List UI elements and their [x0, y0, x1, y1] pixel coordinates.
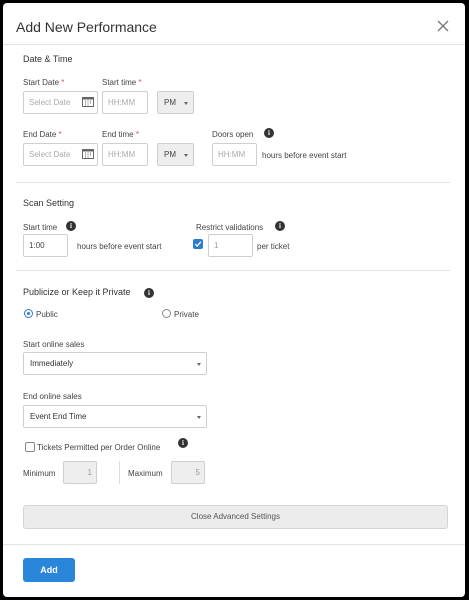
- section-divider: [16, 182, 450, 183]
- start-online-sales-select[interactable]: Immediately: [23, 352, 207, 375]
- add-performance-modal: Add New Performance Date & Time Start Da…: [3, 3, 465, 597]
- end-time-label: End time *: [102, 130, 139, 139]
- scan-start-time-suffix: hours before event start: [77, 242, 162, 251]
- start-ampm-select[interactable]: PM: [157, 91, 194, 114]
- chevron-down-icon: [197, 416, 201, 419]
- chevron-down-icon: [197, 363, 201, 366]
- doors-open-suffix: hours before event start: [262, 151, 347, 160]
- start-time-label: Start time *: [102, 78, 142, 87]
- end-online-sales-label: End online sales: [23, 392, 82, 401]
- maximum-input[interactable]: 5: [171, 461, 205, 484]
- calendar-icon[interactable]: [82, 96, 94, 107]
- tickets-permitted-label: Tickets Permitted per Order Online: [37, 443, 161, 452]
- doors-open-label: Doors open: [212, 130, 254, 139]
- date-time-section-title: Date & Time: [23, 54, 73, 64]
- end-time-input[interactable]: HH:MM: [102, 143, 148, 166]
- modal-footer: Add: [3, 544, 465, 597]
- check-icon: [194, 241, 202, 247]
- chevron-down-icon: [184, 154, 188, 157]
- restrict-validations-checkbox[interactable]: [193, 239, 203, 249]
- add-button[interactable]: Add: [23, 558, 75, 582]
- maximum-label: Maximum: [128, 469, 163, 478]
- modal-header: Add New Performance: [3, 3, 465, 45]
- public-radio[interactable]: [24, 309, 33, 318]
- end-ampm-select[interactable]: PM: [157, 143, 194, 166]
- scan-setting-section-title: Scan Setting: [23, 198, 75, 208]
- section-divider: [16, 270, 450, 271]
- info-icon[interactable]: i: [66, 221, 76, 231]
- end-online-sales-select[interactable]: Event End Time: [23, 405, 207, 428]
- close-icon[interactable]: [437, 20, 449, 32]
- private-radio[interactable]: [162, 309, 171, 318]
- restrict-validations-input[interactable]: 1: [208, 234, 253, 257]
- minimum-label: Minimum: [23, 469, 56, 478]
- modal-title: Add New Performance: [16, 19, 157, 35]
- start-time-input[interactable]: HH:MM: [102, 91, 148, 114]
- scan-start-time-label: Start time: [23, 223, 58, 232]
- end-date-label: End Date *: [23, 130, 62, 139]
- restrict-validations-label: Restrict validations: [196, 223, 264, 232]
- info-icon[interactable]: i: [178, 438, 188, 448]
- chevron-down-icon: [184, 102, 188, 105]
- minimum-input[interactable]: 1: [63, 461, 97, 484]
- doors-open-input[interactable]: HH:MM: [212, 143, 257, 166]
- start-online-sales-label: Start online sales: [23, 340, 85, 349]
- scan-start-time-input[interactable]: 1:00: [23, 234, 68, 257]
- restrict-validations-suffix: per ticket: [257, 242, 290, 251]
- info-icon[interactable]: i: [144, 288, 154, 298]
- calendar-icon[interactable]: [82, 148, 94, 159]
- public-radio-label: Public: [36, 310, 58, 319]
- close-advanced-settings-button[interactable]: Close Advanced Settings: [23, 505, 448, 529]
- publicize-section-title: Publicize or Keep it Private: [23, 287, 131, 297]
- start-date-label: Start Date *: [23, 78, 65, 87]
- private-radio-label: Private: [174, 310, 199, 319]
- info-icon[interactable]: i: [275, 221, 285, 231]
- tickets-permitted-checkbox[interactable]: [25, 442, 35, 452]
- field-separator: [119, 461, 120, 484]
- info-icon[interactable]: i: [264, 128, 274, 138]
